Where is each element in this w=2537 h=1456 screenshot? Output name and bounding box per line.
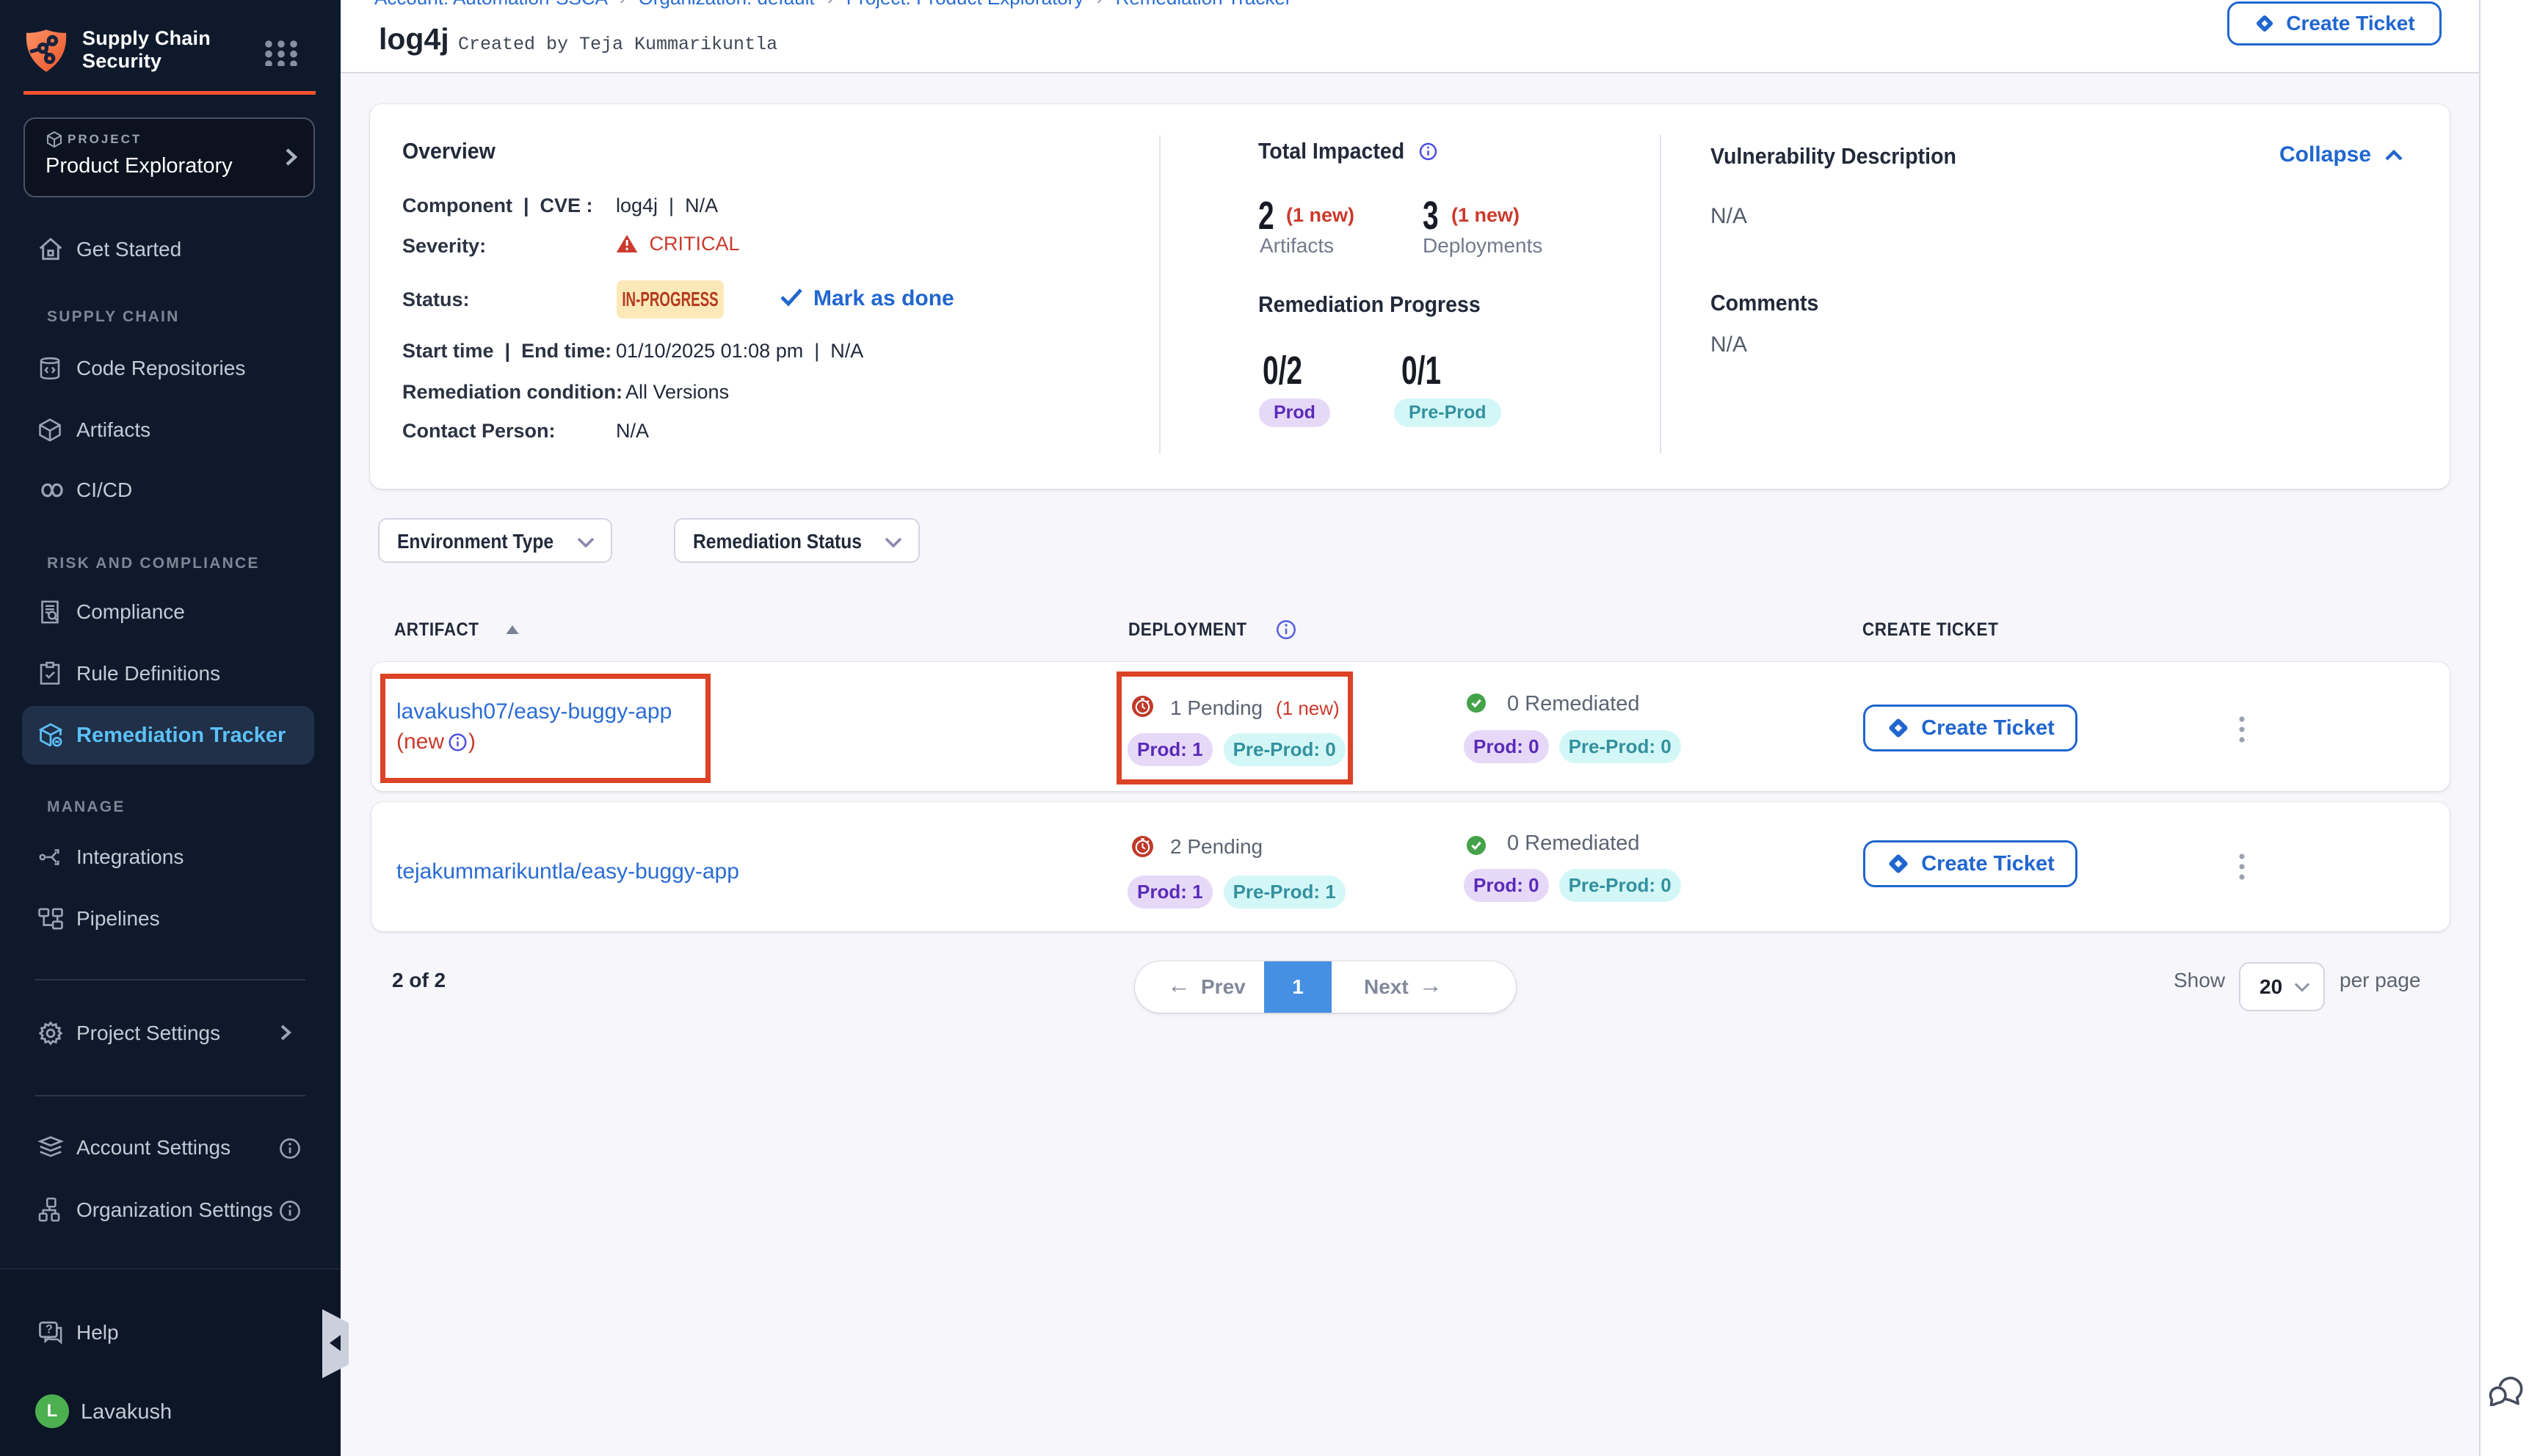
svg-text:?: ? (46, 1323, 53, 1336)
